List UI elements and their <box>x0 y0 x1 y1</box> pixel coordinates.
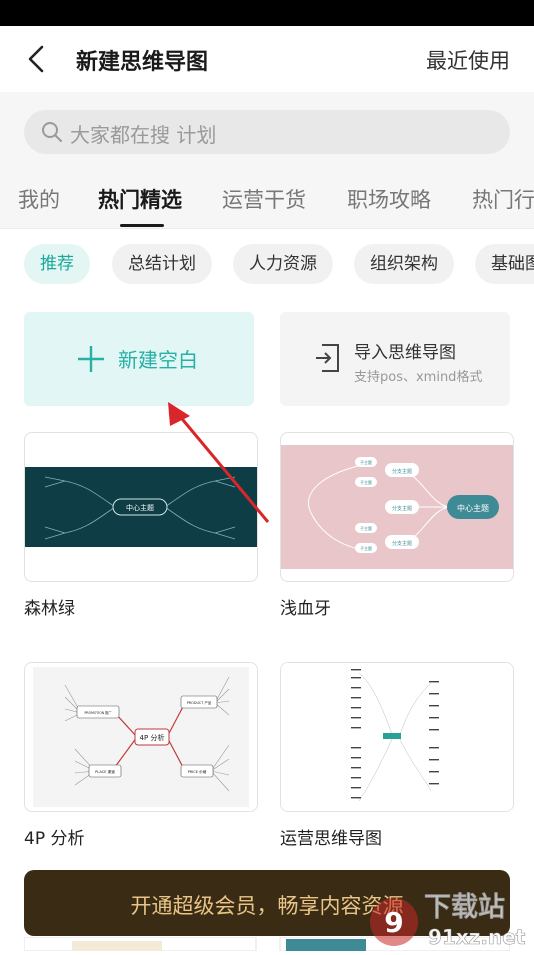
import-subtitle: 支持pos、xmind格式 <box>354 370 483 385</box>
template-card-4p[interactable]: 4P 分析 PROMOTION 推广 PRODUCT 产品 PLACE 渠道 P… <box>24 662 258 812</box>
back-arrow-icon[interactable] <box>22 43 54 75</box>
tab-operations[interactable]: 运营干货 <box>222 184 306 214</box>
template-name: 浅血牙 <box>280 599 331 619</box>
template-card-operations[interactable] <box>280 662 514 812</box>
page-title: 新建思维导图 <box>76 50 209 75</box>
top-bar: 新建思维导图 最近使用 <box>0 26 534 92</box>
template-name: 4P 分析 <box>24 829 85 849</box>
svg-text:9: 9 <box>384 906 403 939</box>
thumb-sub-text: 子主题 <box>360 525 372 531</box>
template-thumbnail <box>281 663 513 811</box>
chip-recommended[interactable]: 推荐 <box>24 244 90 284</box>
template-thumbnail: 中心主题 分支主题 分支主题 分支主题 子主题 子主题 子主题 子主题 <box>281 445 513 569</box>
chip-summary-plan[interactable]: 总结计划 <box>112 244 212 284</box>
template-card-pink[interactable]: 中心主题 分支主题 分支主题 分支主题 子主题 子主题 子主题 子主题 <box>280 432 514 582</box>
tab-workplace[interactable]: 职场攻略 <box>347 184 431 214</box>
thumb-branch-text: 分支主题 <box>392 505 412 512</box>
template-thumbnail: 4P 分析 PROMOTION 推广 PRODUCT 产品 PLACE 渠道 P… <box>33 667 249 807</box>
thumb-center-text: 中心主题 <box>457 503 489 513</box>
thumb-sub-text: 子主题 <box>360 545 372 551</box>
thumb-center-text: 4P 分析 <box>140 733 165 742</box>
template-thumbnail: 中心主题 <box>25 467 257 547</box>
category-tabs: 我的 热门精选 运营干货 职场攻略 热门行 <box>0 172 534 229</box>
chip-basic-chart[interactable]: 基础图 <box>475 244 534 284</box>
import-mindmap-button[interactable]: 导入思维导图 支持pos、xmind格式 <box>280 312 510 406</box>
recent-used-button[interactable]: 最近使用 <box>426 45 510 75</box>
tab-mine[interactable]: 我的 <box>18 184 60 214</box>
template-card-forest-green[interactable]: 中心主题 <box>24 432 258 582</box>
filter-chips: 推荐 总结计划 人力资源 组织架构 基础图 <box>0 244 534 286</box>
template-name: 运营思维导图 <box>280 829 382 849</box>
thumb-node-text: PROMOTION 推广 <box>84 710 111 715</box>
watermark-brand: 下载站 <box>424 892 505 923</box>
thumb-node-text: PRICE 价格 <box>188 769 207 774</box>
plus-icon <box>78 346 104 372</box>
thumb-branch-text: 分支主题 <box>392 540 412 547</box>
thumb-center-text: 中心主题 <box>126 503 154 512</box>
thumb-node-text: PLACE 渠道 <box>95 769 115 774</box>
active-tab-indicator <box>120 224 164 227</box>
new-blank-button[interactable]: 新建空白 <box>24 312 254 406</box>
thumb-sub-text: 子主题 <box>360 479 372 485</box>
import-icon <box>316 344 339 372</box>
thumb-node-text: PRODUCT 产品 <box>187 700 212 705</box>
search-area: 大家都在搜 计划 <box>0 92 534 172</box>
thumb-branch-text: 分支主题 <box>392 468 412 475</box>
status-bar <box>0 0 534 26</box>
search-input[interactable]: 大家都在搜 计划 <box>24 110 510 154</box>
tab-hot-industry[interactable]: 热门行 <box>472 184 534 214</box>
watermark: 9 下载站 91xz.net <box>362 882 534 950</box>
search-icon <box>42 122 62 142</box>
thumb-sub-text: 子主题 <box>360 459 372 465</box>
search-placeholder: 大家都在搜 计划 <box>70 123 217 147</box>
watermark-url: 91xz.net <box>428 925 526 949</box>
chip-org-chart[interactable]: 组织架构 <box>354 244 454 284</box>
template-name: 森林绿 <box>24 599 75 619</box>
tab-hot-picks[interactable]: 热门精选 <box>98 184 182 214</box>
import-title: 导入思维导图 <box>354 343 456 363</box>
new-blank-label: 新建空白 <box>118 348 198 372</box>
chip-hr[interactable]: 人力资源 <box>233 244 333 284</box>
